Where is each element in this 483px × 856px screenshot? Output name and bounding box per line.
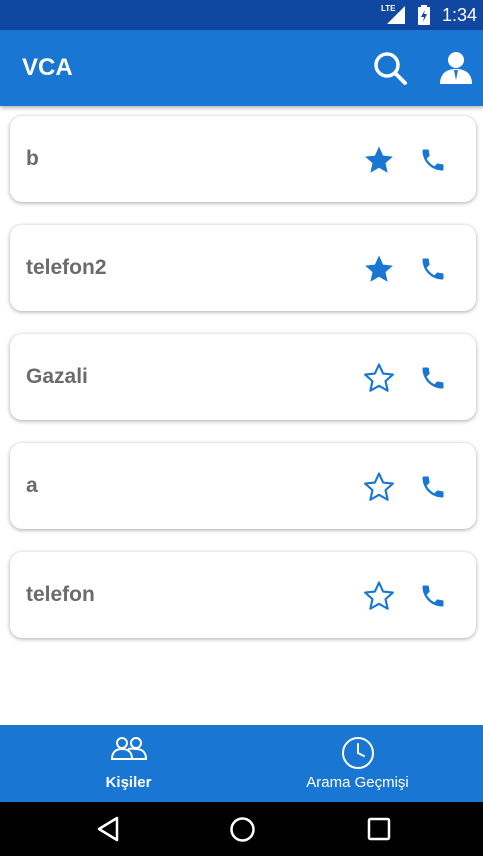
contact-card[interactable]: b bbox=[10, 116, 476, 202]
contact-name: b bbox=[26, 147, 39, 170]
home-icon[interactable] bbox=[229, 816, 256, 843]
back-icon[interactable] bbox=[96, 816, 120, 842]
phone-icon[interactable] bbox=[419, 582, 447, 610]
app-title: VCA bbox=[22, 54, 73, 81]
star-outline-icon[interactable] bbox=[362, 470, 396, 504]
recents-icon[interactable] bbox=[367, 817, 391, 841]
star-filled-icon[interactable] bbox=[362, 143, 396, 177]
clock-icon bbox=[341, 737, 374, 769]
contact-card[interactable]: telefon bbox=[10, 552, 476, 638]
clock-time: 1:34 bbox=[441, 5, 477, 25]
phone-icon[interactable] bbox=[419, 473, 447, 501]
tab-label: Kişiler bbox=[105, 774, 152, 791]
contact-name: telefon2 bbox=[26, 256, 107, 279]
contact-name: a bbox=[26, 474, 38, 497]
contact-card[interactable]: Gazali bbox=[10, 334, 476, 420]
contact-card[interactable]: telefon2 bbox=[10, 225, 476, 311]
status-bar: LTE 1:34 bbox=[0, 0, 483, 30]
star-filled-icon[interactable] bbox=[362, 252, 396, 286]
contacts-icon bbox=[110, 737, 147, 760]
battery-icon bbox=[418, 5, 430, 25]
signal-icon bbox=[387, 6, 405, 24]
tab-contacts[interactable]: Kişiler bbox=[8, 725, 249, 802]
phone-icon[interactable] bbox=[419, 255, 447, 283]
contact-card[interactable]: a bbox=[10, 443, 476, 529]
tab-label: Arama Geçmişi bbox=[306, 774, 409, 791]
contact-name: Gazali bbox=[26, 365, 88, 388]
star-outline-icon[interactable] bbox=[362, 361, 396, 395]
account-icon[interactable] bbox=[438, 50, 474, 86]
phone-icon[interactable] bbox=[419, 146, 447, 174]
app-bar: VCA bbox=[0, 30, 483, 106]
contact-name: telefon bbox=[26, 583, 95, 606]
search-icon[interactable] bbox=[372, 50, 408, 86]
tab-call-history[interactable]: Arama Geçmişi bbox=[237, 725, 478, 802]
star-outline-icon[interactable] bbox=[362, 579, 396, 613]
system-navigation-bar bbox=[0, 802, 483, 856]
phone-icon[interactable] bbox=[419, 364, 447, 392]
bottom-navigation: Kişiler Arama Geçmişi bbox=[0, 725, 483, 802]
